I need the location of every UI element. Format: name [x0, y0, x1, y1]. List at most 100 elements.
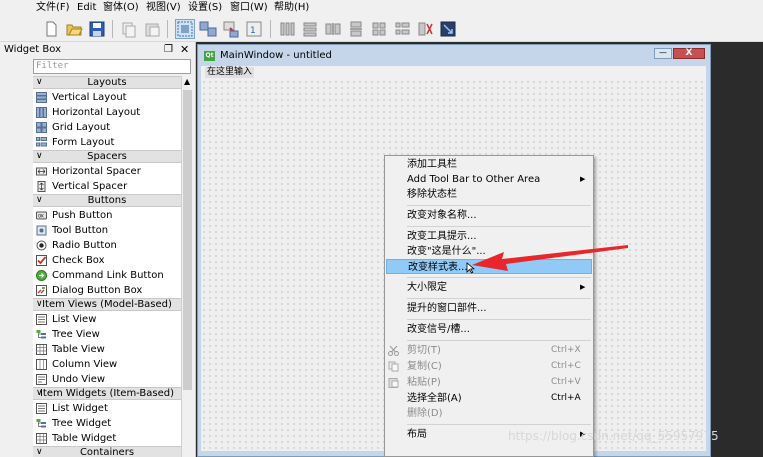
- toolbar-separator: [167, 20, 168, 38]
- menu-item-size-constraints[interactable]: 大小限定 ▶: [385, 280, 593, 295]
- vertical-spacer-icon: [37, 181, 46, 192]
- push-button-icon: OK: [36, 211, 47, 220]
- widget-list-view[interactable]: List View: [33, 312, 181, 327]
- close-icon[interactable]: ✕: [180, 43, 189, 56]
- qt-logo-icon: Qt: [204, 51, 215, 61]
- layout-grid-icon[interactable]: [370, 20, 388, 38]
- menu-item-add-toolbar[interactable]: 添加工具栏: [385, 157, 593, 172]
- float-icon[interactable]: ❐: [164, 44, 173, 55]
- layout-vertical-icon[interactable]: [301, 20, 319, 38]
- tree-view-icon: [36, 330, 46, 339]
- list-view-icon: [36, 314, 47, 325]
- menu-separator: [407, 319, 591, 320]
- watermark-text: https://blog.csdn.net/qq_55957975: [508, 429, 719, 443]
- column-view-icon: [36, 359, 47, 370]
- copy-icon: [388, 361, 399, 372]
- category-item-views[interactable]: ∨ Item Views (Model-Based): [33, 298, 181, 311]
- category-containers[interactable]: ∨ Containers: [33, 446, 181, 457]
- edit-buddies-icon[interactable]: [222, 20, 240, 38]
- menu-edit[interactable]: Edit: [77, 2, 96, 14]
- paste-icon[interactable]: [143, 20, 161, 38]
- dialog-button-box-icon: [36, 285, 47, 296]
- widget-form-layout[interactable]: Form Layout: [33, 135, 181, 150]
- menu-item-delete[interactable]: 删除(D): [385, 406, 593, 421]
- toolbar-separator: [270, 20, 271, 38]
- vertical-layout-icon: [36, 92, 47, 103]
- scroll-up-icon[interactable]: ▲: [184, 77, 190, 86]
- layout-form-icon[interactable]: [393, 20, 411, 38]
- widget-horizontal-layout[interactable]: Horizontal Layout: [33, 105, 181, 120]
- widget-radio-button[interactable]: Radio Button: [33, 238, 181, 253]
- layout-horizontal-icon[interactable]: [278, 20, 296, 38]
- layout-h-splitter-icon[interactable]: [324, 20, 342, 38]
- scrollbar-thumb[interactable]: [183, 90, 192, 390]
- svg-text:OK: OK: [38, 214, 44, 219]
- main-toolbar: 1: [0, 16, 763, 42]
- widget-filter-input[interactable]: Filter: [33, 59, 191, 74]
- annotation-arrow-icon: [472, 245, 628, 271]
- edit-widgets-icon[interactable]: [175, 19, 195, 39]
- tree-widget-icon: [36, 419, 46, 428]
- widget-table-view[interactable]: Table View: [33, 342, 181, 357]
- window-close-button[interactable]: X: [673, 48, 705, 59]
- break-layout-icon[interactable]: [416, 20, 434, 38]
- widget-tree-view[interactable]: Tree View: [33, 327, 181, 342]
- widget-dialog-button-box[interactable]: Dialog Button Box: [33, 283, 181, 298]
- widget-vertical-layout[interactable]: Vertical Layout: [33, 90, 181, 105]
- paste-icon: [388, 378, 399, 388]
- menu-window[interactable]: 窗口(W): [230, 2, 268, 14]
- widget-table-widget[interactable]: Table Widget: [33, 431, 181, 446]
- widget-check-box[interactable]: Check Box: [33, 253, 181, 268]
- menu-help[interactable]: 帮助(H): [274, 2, 309, 14]
- widget-horizontal-spacer[interactable]: Horizontal Spacer: [33, 164, 181, 179]
- table-view-icon: [36, 344, 47, 355]
- toolbar-separator: [112, 20, 113, 38]
- menu-placeholder[interactable]: 在这里输入: [205, 67, 255, 78]
- widget-tree-widget[interactable]: Tree Widget: [33, 416, 181, 431]
- menu-form[interactable]: 窗体(O): [103, 2, 139, 14]
- edit-signals-icon[interactable]: [199, 20, 217, 38]
- menu-separator: [407, 424, 591, 425]
- form-layout-icon: [36, 137, 47, 147]
- open-icon[interactable]: [65, 20, 83, 38]
- category-item-widgets[interactable]: ∨ Item Widgets (Item-Based): [33, 387, 181, 400]
- category-layouts[interactable]: ∨ Layouts: [33, 76, 181, 89]
- edit-tab-order-icon[interactable]: 1: [245, 20, 263, 38]
- minimize-button[interactable]: —: [654, 48, 672, 59]
- menu-item-paste[interactable]: 粘贴(P) Ctrl+V: [385, 375, 593, 390]
- widget-box-scrollbar[interactable]: ▲: [181, 76, 193, 457]
- widget-box-panel: Widget Box ❐ ✕ Filter ∨ Layouts Vertical…: [0, 42, 196, 457]
- widget-push-button[interactable]: OK Push Button: [33, 208, 181, 223]
- category-buttons[interactable]: ∨ Buttons: [33, 194, 181, 207]
- app-menubar: 文件(F) Edit 窗体(O) 视图(V) 设置(S) 窗口(W) 帮助(H): [0, 0, 763, 16]
- menu-settings[interactable]: 设置(S): [188, 2, 222, 14]
- menu-item-change-object-name[interactable]: 改变对象名称...: [385, 208, 593, 223]
- menu-item-select-all[interactable]: 选择全部(A) Ctrl+A: [385, 391, 593, 406]
- command-link-icon: [36, 270, 47, 281]
- menu-item-add-toolbar-other-area[interactable]: Add Tool Bar to Other Area ▶: [385, 172, 593, 187]
- layout-v-splitter-icon[interactable]: [347, 20, 365, 38]
- menu-item-copy[interactable]: 复制(C) Ctrl+C: [385, 359, 593, 374]
- submenu-arrow-icon: ▶: [580, 175, 586, 183]
- undo-view-icon: [36, 374, 47, 385]
- adjust-size-icon[interactable]: [439, 20, 457, 38]
- menu-item-change-signals-slots[interactable]: 改变信号/槽...: [385, 322, 593, 337]
- copy-icon[interactable]: [120, 20, 138, 38]
- widget-vertical-spacer[interactable]: Vertical Spacer: [33, 179, 181, 194]
- widget-undo-view[interactable]: Undo View: [33, 372, 181, 387]
- widget-command-link-button[interactable]: Command Link Button: [33, 268, 181, 283]
- widget-list-widget[interactable]: List Widget: [33, 401, 181, 416]
- save-icon[interactable]: [88, 20, 106, 38]
- menu-item-remove-statusbar[interactable]: 移除状态栏: [385, 187, 593, 202]
- widget-column-view[interactable]: Column View: [33, 357, 181, 372]
- check-box-icon: [36, 255, 47, 266]
- widget-grid-layout[interactable]: Grid Layout: [33, 120, 181, 135]
- horizontal-layout-icon: [36, 107, 47, 118]
- menu-item-promoted-widgets[interactable]: 提升的窗口部件...: [385, 301, 593, 316]
- menu-file[interactable]: 文件(F): [36, 2, 70, 14]
- menu-view[interactable]: 视图(V): [146, 2, 181, 14]
- new-file-icon[interactable]: [42, 20, 60, 38]
- category-spacers[interactable]: ∨ Spacers: [33, 150, 181, 163]
- widget-tool-button[interactable]: Tool Button: [33, 223, 181, 238]
- menu-item-cut[interactable]: 剪切(T) Ctrl+X: [385, 343, 593, 358]
